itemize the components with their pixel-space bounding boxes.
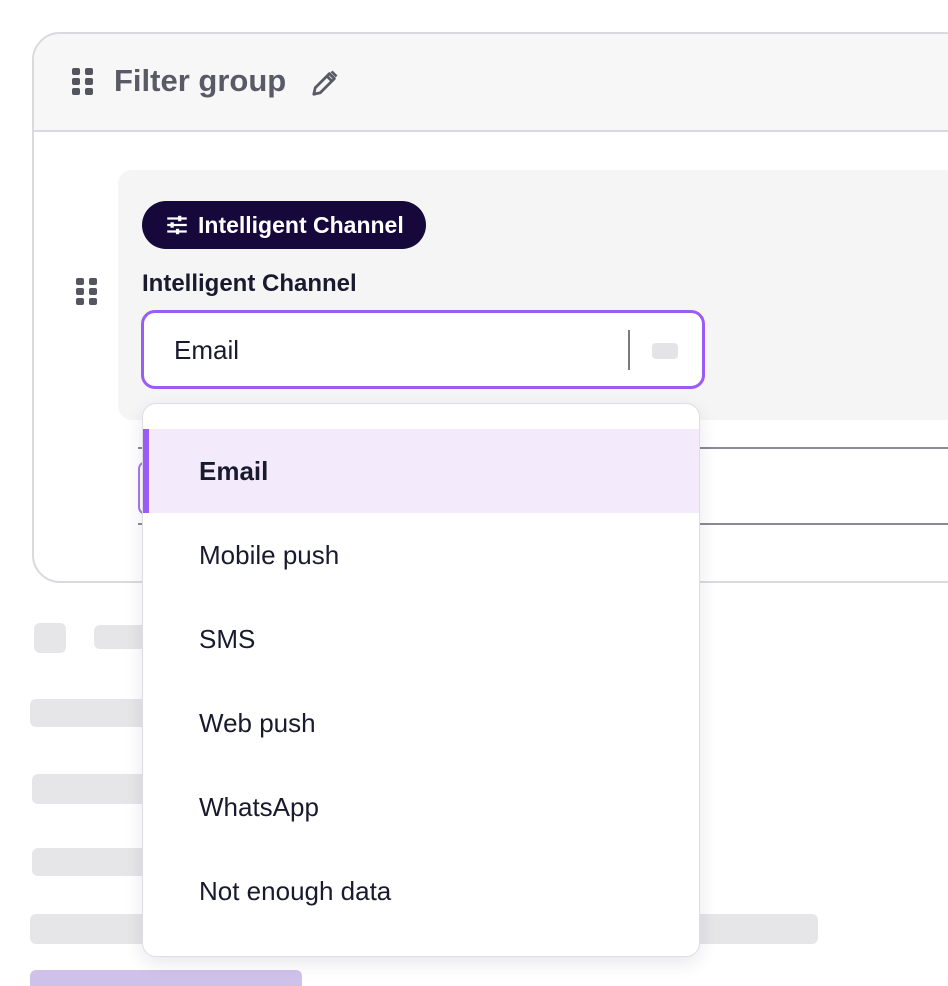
dropdown-option-mobile-push[interactable]: Mobile push [143,513,699,597]
condition-drag-handle-icon[interactable] [76,278,98,306]
dropdown-option-not-enough-data[interactable]: Not enough data [143,849,699,933]
drag-handle-icon[interactable] [72,68,94,96]
pencil-icon[interactable] [310,68,340,98]
skeleton-placeholder [30,970,302,986]
dropdown-option-sms[interactable]: SMS [143,597,699,681]
filter-group-header: Filter group [34,34,948,132]
filter-group-title: Filter group [114,63,287,98]
field-label: Intelligent Channel [142,270,357,297]
dropdown-option-web-push[interactable]: Web push [143,681,699,765]
dropdown-option-email[interactable]: Email [143,429,699,513]
sliders-icon [167,215,187,235]
skeleton-placeholder [32,848,154,876]
channel-select[interactable]: Email [141,310,705,389]
skeleton-placeholder [32,774,154,804]
channel-dropdown-menu: Email Mobile push SMS Web push WhatsApp … [142,403,700,957]
skeleton-placeholder [30,699,154,727]
page: Filter group Intelligent Channel Intelli… [0,0,948,986]
intelligent-channel-chip[interactable]: Intelligent Channel [142,201,426,249]
select-divider [628,330,630,370]
skeleton-placeholder [34,623,66,653]
select-value: Email [174,335,240,365]
dropdown-option-whatsapp[interactable]: WhatsApp [143,765,699,849]
dropdown-indicator-icon[interactable] [652,343,678,359]
chip-label: Intelligent Channel [198,211,404,238]
